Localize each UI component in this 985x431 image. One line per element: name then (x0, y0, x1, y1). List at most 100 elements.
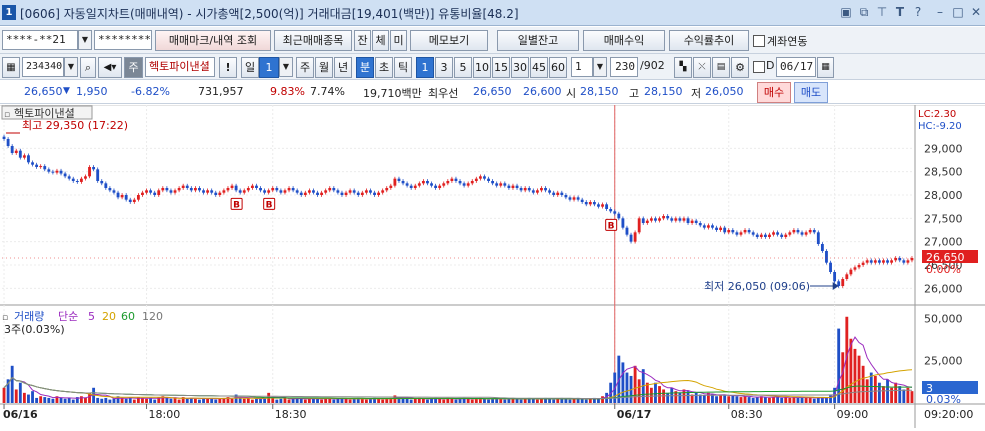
profit-rate-button[interactable]: 수익률추이 (669, 30, 749, 51)
candle-body (523, 188, 527, 191)
volume-bar (63, 398, 67, 403)
date-input[interactable]: 06/17 (776, 57, 816, 77)
trade-markers-button[interactable]: 매매마크/내역 조회 (155, 30, 271, 51)
font-icon[interactable]: T (892, 4, 908, 20)
grid-icon[interactable]: ▤ (712, 57, 730, 78)
candle-body (14, 150, 18, 153)
help-icon[interactable]: ? (910, 4, 926, 20)
period-week-button[interactable]: 주 (296, 57, 314, 78)
candle-body (27, 155, 30, 163)
unfilled-button[interactable]: 미 (390, 30, 407, 51)
trade-profit-button[interactable]: 매매수익 (583, 30, 665, 51)
pin-icon[interactable]: ⊤ (874, 4, 890, 20)
stock-code-input[interactable]: 234340 (22, 57, 64, 77)
candle-body (690, 220, 694, 223)
candle-body (796, 230, 800, 233)
candle-body (6, 139, 10, 146)
recent-trades-button[interactable]: 최근매매종목 (274, 30, 352, 51)
account-input[interactable]: ****-**21 (2, 30, 78, 50)
minute-option-10[interactable]: 10 (473, 57, 491, 78)
volume-bar (890, 387, 894, 403)
period-value-field[interactable]: 1 (259, 57, 279, 78)
close-icon[interactable]: ✕ (968, 4, 984, 20)
calendar-icon[interactable]: ▦ (817, 57, 834, 78)
volume-bar (279, 398, 283, 403)
volume-bar (2, 387, 6, 403)
memo-button[interactable]: 메모보기 (410, 30, 488, 51)
account-dropdown-icon[interactable]: ▼ (78, 30, 92, 50)
minute-option-15[interactable]: 15 (492, 57, 510, 78)
period-dropdown-icon[interactable]: ▼ (279, 57, 293, 77)
volume-bar (882, 386, 885, 403)
period-day-button[interactable]: 일 (241, 57, 259, 78)
candle-body (568, 197, 572, 200)
search-icon[interactable]: ⌕ (80, 57, 96, 78)
volume-bar (79, 396, 83, 403)
window-icon[interactable]: ▣ (838, 4, 854, 20)
candle-body (531, 190, 535, 193)
minute-option-60[interactable]: 60 (549, 57, 567, 78)
minute-option-5[interactable]: 5 (454, 57, 472, 78)
code-dropdown-icon[interactable]: ▼ (64, 57, 78, 77)
custom-count-input[interactable]: 1 (571, 57, 593, 77)
count-dropdown-icon[interactable]: ▼ (593, 57, 607, 77)
price-volume-chart[interactable]: 29,00028,50028,00027,50027,00026,50026,0… (0, 104, 985, 428)
data-count-input[interactable]: 230 (610, 57, 638, 77)
indicator-icon[interactable]: ▚ (674, 57, 692, 78)
candle-body (389, 185, 393, 188)
period-year-button[interactable]: 년 (334, 57, 352, 78)
volume-bar (328, 398, 332, 403)
buy-button[interactable]: 매수 (757, 82, 791, 103)
period-second-button[interactable]: 초 (375, 57, 393, 78)
candle-body (910, 258, 914, 261)
minute-option-45[interactable]: 45 (530, 57, 548, 78)
sound-icon[interactable]: ◀▾ (98, 57, 122, 78)
volume-bar (364, 399, 368, 403)
candle-body (556, 192, 560, 195)
candle-body (865, 260, 869, 263)
candle-body (739, 232, 743, 235)
candle-body (800, 232, 804, 235)
volume-bar (409, 399, 413, 403)
layout-icon[interactable]: ▦ (2, 57, 20, 78)
chart-area[interactable]: 29,000 28,500 28,000 27,500 27,000 26,500 26,0… (0, 104, 985, 428)
candle-body (189, 188, 193, 191)
period-minute-button[interactable]: 분 (356, 57, 374, 78)
sell-button[interactable]: 매도 (794, 82, 828, 103)
volume-bar (466, 398, 470, 403)
period-month-button[interactable]: 월 (315, 57, 333, 78)
volume-value: 731,957 (198, 85, 244, 98)
high-label: 고 (629, 87, 640, 100)
buy-mark-label: B (266, 200, 273, 210)
candle-body (161, 188, 165, 191)
maximize-icon[interactable]: □ (950, 4, 966, 20)
candle-body (877, 260, 881, 263)
candle-body (715, 227, 718, 230)
candle-body (857, 265, 861, 268)
candle-body (470, 181, 474, 184)
alert-button[interactable]: ! (219, 57, 237, 78)
gear-icon[interactable]: ⚙ (731, 57, 749, 78)
candle-body (759, 234, 763, 237)
candle-body (198, 188, 201, 191)
low-label: 저 (691, 87, 702, 100)
volume-bar (438, 398, 442, 403)
account-link-checkbox[interactable] (753, 35, 765, 47)
period-tick-button[interactable]: 틱 (394, 57, 412, 78)
candle-body (535, 190, 539, 193)
balance-button[interactable]: 잔 (354, 30, 371, 51)
candle-body (580, 199, 584, 202)
minimize-icon[interactable]: – (932, 4, 948, 20)
candle-body (548, 190, 552, 193)
date-checkbox[interactable] (753, 61, 765, 73)
filled-button[interactable]: 체 (372, 30, 389, 51)
legend-toggle-icon[interactable]: ▫ (4, 110, 10, 120)
minute-option-3[interactable]: 3 (435, 57, 453, 78)
daily-balance-button[interactable]: 일별잔고 (497, 30, 579, 51)
password-input[interactable]: ******** (94, 30, 152, 50)
candle-body (478, 176, 482, 179)
minute-option-1[interactable]: 1 (416, 57, 434, 78)
minute-option-30[interactable]: 30 (511, 57, 529, 78)
link-icon[interactable]: ⧉ (856, 4, 872, 20)
draw-icon[interactable]: ⤬ (693, 57, 711, 78)
